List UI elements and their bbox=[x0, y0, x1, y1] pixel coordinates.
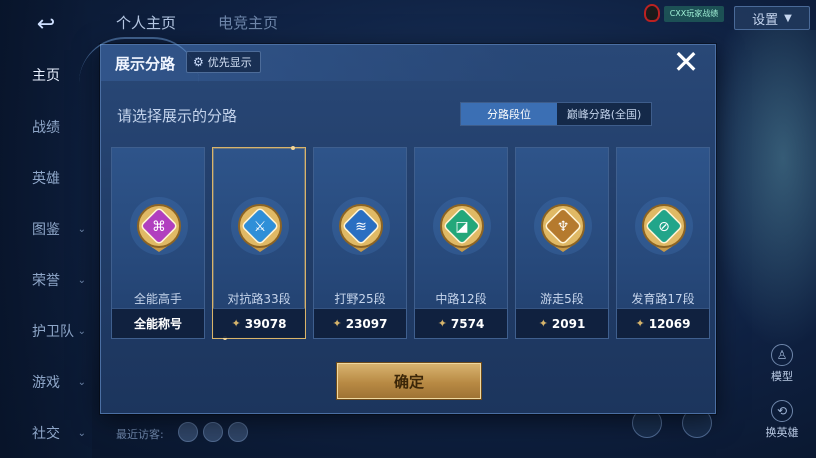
visitor-avatar[interactable] bbox=[178, 422, 198, 442]
lane-score-value: 23097 bbox=[345, 316, 388, 331]
hero-artwork bbox=[706, 30, 816, 350]
sidebar-item-label: 主页 bbox=[32, 68, 60, 84]
lane-card-list: ⌘ 全能高手 全能称号 ⚔ 对抗路33段 ✦ 39078 ≋ 打野25段 ✦ 23097 ◪ 中路12段… bbox=[111, 146, 710, 340]
avatar[interactable] bbox=[644, 4, 660, 22]
close-button[interactable]: ✕ bbox=[671, 46, 701, 78]
lane-mode-toggle: 分路段位 巅峰分路(全国) bbox=[460, 102, 652, 126]
lane-score-value: 39078 bbox=[244, 316, 287, 331]
model-button[interactable]: ♙ 模型 bbox=[762, 344, 802, 384]
sidebar-item-label: 社交 bbox=[32, 426, 60, 442]
lane-display-dialog: 展示分路 ⚙ 优先显示 ✕ 请选择展示的分路 分路段位 巅峰分路(全国) ⌘ 全能… bbox=[79, 37, 716, 414]
dialog-prompt: 请选择展示的分路 bbox=[117, 107, 238, 125]
score-icon: ✦ bbox=[437, 317, 447, 330]
sidebar-item[interactable]: 英雄 bbox=[0, 163, 92, 193]
lane-card-footer: ✦ 12069 bbox=[617, 308, 709, 338]
lane-card[interactable]: ⊘ 发育路17段 ✦ 12069 bbox=[616, 147, 710, 339]
swap-hero-label: 换英雄 bbox=[765, 426, 799, 439]
lane-card[interactable]: ◪ 中路12段 ✦ 7574 bbox=[414, 147, 508, 339]
sidebar-item[interactable]: 图鉴 ⌄ bbox=[0, 214, 92, 244]
lane-score-value: 7574 bbox=[450, 316, 485, 331]
sidebar-item-label: 战绩 bbox=[32, 120, 60, 136]
lane-card-footer: 全能称号 bbox=[112, 308, 204, 338]
tab-esports-home[interactable]: 电竞主页 bbox=[218, 12, 278, 33]
selection-marker bbox=[291, 146, 295, 150]
tab-peak-lane-national[interactable]: 巅峰分路(全国) bbox=[557, 103, 651, 125]
sidebar-item-label: 游戏 bbox=[32, 375, 60, 391]
lane-score-value: 全能称号 bbox=[133, 317, 182, 331]
chevron-down-icon: ⌄ bbox=[77, 427, 86, 439]
visitor-avatar[interactable] bbox=[228, 422, 248, 442]
lane-card[interactable]: ♆ 游走5段 ✦ 2091 bbox=[515, 147, 609, 339]
sidebar-item[interactable]: 游戏 ⌄ bbox=[0, 367, 92, 397]
clash-lane-emblem-icon: ⚔ bbox=[231, 197, 289, 255]
svg-text:⊘: ⊘ bbox=[658, 219, 670, 235]
confirm-label: 确定 bbox=[393, 372, 424, 391]
priority-display-label: 优先显示 bbox=[207, 56, 252, 69]
settings-label: 设置 bbox=[752, 12, 779, 28]
svg-text:◪: ◪ bbox=[455, 219, 468, 235]
chevron-down-icon: ⌄ bbox=[77, 325, 86, 337]
tab-lane-rank[interactable]: 分路段位 bbox=[461, 103, 557, 125]
chevron-down-icon: ⌄ bbox=[77, 223, 86, 235]
dialog-header: 展示分路 ⚙ 优先显示 ✕ bbox=[79, 37, 715, 81]
sidebar-item-label: 图鉴 bbox=[32, 222, 60, 238]
swap-hero-button[interactable]: ⟲ 换英雄 bbox=[762, 400, 802, 440]
sidebar-item[interactable]: 护卫队 ⌄ bbox=[0, 316, 92, 346]
chevron-down-icon: ▼ bbox=[784, 12, 792, 24]
lane-card-footer: ✦ 23097 bbox=[314, 308, 406, 338]
roam-emblem-icon: ♆ bbox=[534, 197, 592, 255]
svg-text:≋: ≋ bbox=[355, 219, 367, 235]
sidebar-item-label: 护卫队 bbox=[32, 324, 74, 340]
sidebar-item[interactable]: 社交 ⌄ bbox=[0, 418, 92, 448]
status-badge: CXX玩家战绩 bbox=[664, 6, 724, 22]
swap-hero-icon: ⟲ bbox=[771, 400, 793, 422]
jungle-emblem-icon: ≋ bbox=[332, 197, 390, 255]
lane-card-footer: ✦ 39078 bbox=[213, 308, 305, 338]
lane-card-footer: ✦ 2091 bbox=[516, 308, 608, 338]
visitor-avatar[interactable] bbox=[203, 422, 223, 442]
sidebar-item-label: 英雄 bbox=[32, 171, 60, 187]
gear-icon: ⚙ bbox=[193, 55, 204, 69]
lane-score-value: 2091 bbox=[551, 316, 586, 331]
dialog-title: 展示分路 bbox=[115, 55, 176, 73]
chevron-down-icon: ⌄ bbox=[77, 376, 86, 388]
svg-text:⚔: ⚔ bbox=[254, 219, 267, 235]
lane-rank-label: 游走5段 bbox=[540, 292, 584, 306]
model-icon: ♙ bbox=[771, 344, 793, 366]
lane-rank-label: 全能高手 bbox=[133, 292, 182, 306]
chevron-down-icon: ⌄ bbox=[77, 274, 86, 286]
sidebar-item[interactable]: 战绩 bbox=[0, 112, 92, 142]
score-icon: ✦ bbox=[538, 317, 548, 330]
lane-rank-label: 对抗路33段 bbox=[227, 292, 291, 306]
svg-text:⌘: ⌘ bbox=[152, 219, 166, 235]
mid-lane-emblem-icon: ◪ bbox=[433, 197, 491, 255]
tab-personal-home[interactable]: 个人主页 bbox=[116, 12, 176, 33]
lane-rank-label: 打野25段 bbox=[334, 292, 386, 306]
confirm-button[interactable]: 确定 bbox=[337, 363, 481, 399]
recent-visitors-label: 最近访客: bbox=[116, 428, 164, 441]
back-button[interactable]: ↩ bbox=[26, 14, 66, 36]
priority-display-button[interactable]: ⚙ 优先显示 bbox=[186, 51, 261, 73]
lane-card[interactable]: ⚔ 对抗路33段 ✦ 39078 bbox=[212, 146, 306, 340]
settings-button[interactable]: 设置 ▼ bbox=[734, 6, 810, 30]
farm-lane-emblem-icon: ⊘ bbox=[635, 197, 693, 255]
lane-card[interactable]: ≋ 打野25段 ✦ 23097 bbox=[313, 147, 407, 339]
lane-rank-label: 中路12段 bbox=[435, 292, 487, 306]
score-icon: ✦ bbox=[332, 317, 342, 330]
score-icon: ✦ bbox=[231, 317, 241, 330]
close-icon: ✕ bbox=[672, 43, 700, 81]
lane-score-value: 12069 bbox=[648, 316, 691, 331]
lane-card-footer: ✦ 7574 bbox=[415, 308, 507, 338]
sidebar-item-label: 荣誉 bbox=[32, 273, 60, 289]
lane-card[interactable]: ⌘ 全能高手全能称号 bbox=[111, 147, 205, 339]
lane-rank-label: 发育路17段 bbox=[631, 292, 695, 306]
model-label: 模型 bbox=[771, 370, 793, 383]
back-arrow-icon: ↩ bbox=[36, 12, 56, 37]
score-icon: ✦ bbox=[635, 317, 645, 330]
svg-text:♆: ♆ bbox=[557, 219, 570, 235]
allround-emblem-icon: ⌘ bbox=[130, 197, 188, 255]
sidebar-item[interactable]: 主页 bbox=[0, 60, 92, 90]
sidebar-item[interactable]: 荣誉 ⌄ bbox=[0, 265, 92, 295]
